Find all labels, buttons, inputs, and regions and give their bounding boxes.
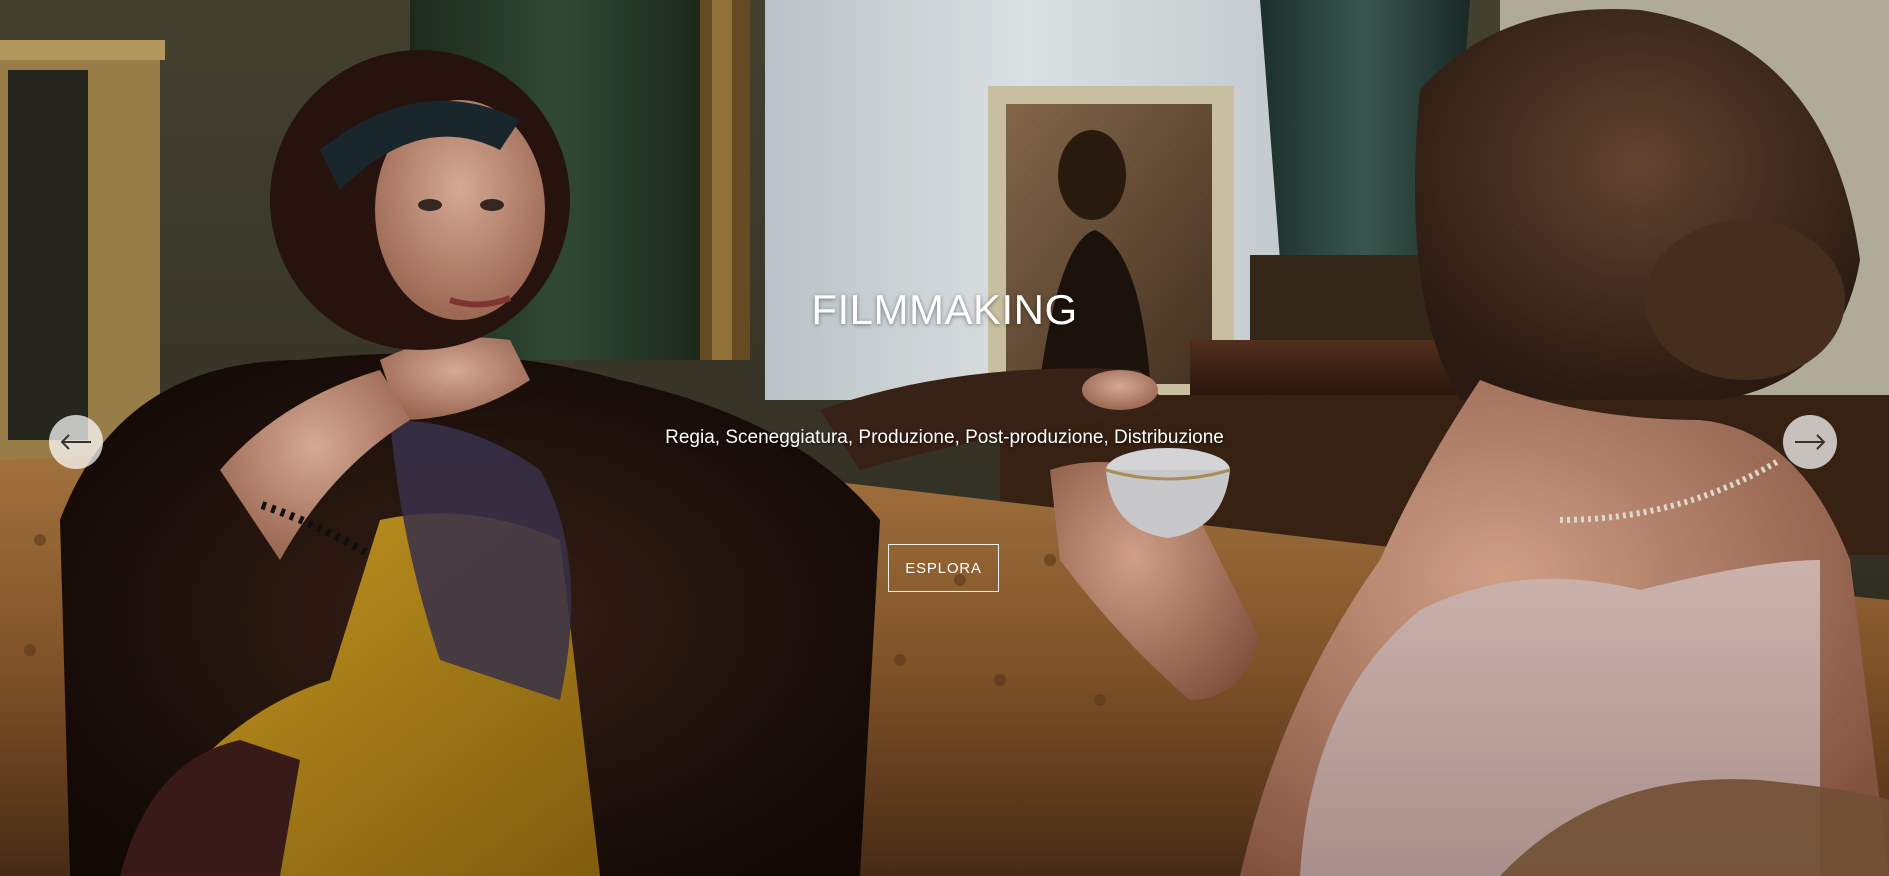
arrow-right-icon: [1795, 434, 1826, 450]
hero-title: FILMMAKING: [811, 286, 1078, 333]
arrow-left-icon: [60, 434, 91, 450]
explore-button[interactable]: ESPLORA: [888, 544, 999, 592]
hero-slider: FILMMAKING Regia, Sceneggiatura, Produzi…: [0, 0, 1889, 876]
slider-next-button[interactable]: [1783, 415, 1837, 469]
slider-prev-button[interactable]: [49, 415, 103, 469]
hero-subtitle: Regia, Sceneggiatura, Produzione, Post-p…: [665, 427, 1224, 448]
